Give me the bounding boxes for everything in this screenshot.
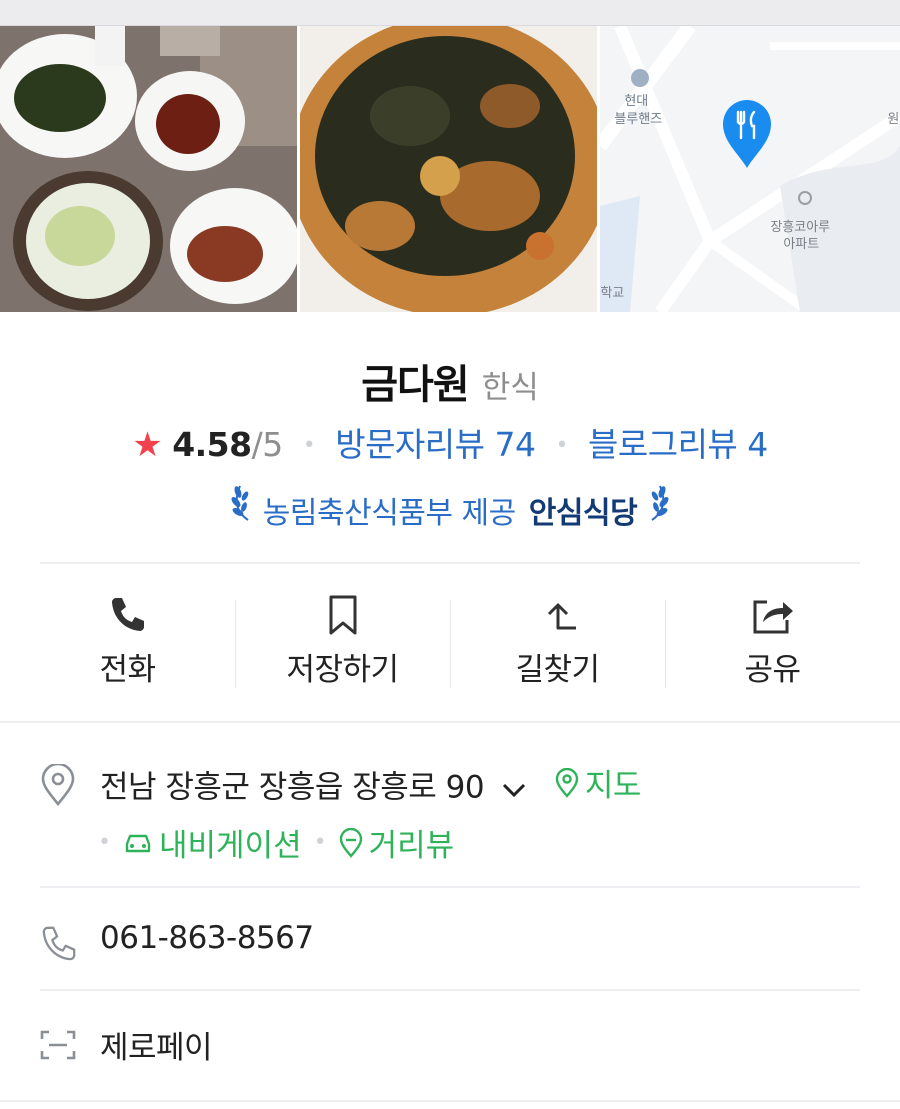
scan-frame-icon	[40, 1030, 76, 1064]
action-bar: 전화 저장하기 길찾기 공유	[20, 580, 880, 700]
streetview-link-label: 거리뷰	[368, 828, 455, 864]
visitor-reviews-link[interactable]: 방문자리뷰 74	[335, 425, 536, 464]
phone-outline-icon	[40, 924, 78, 966]
map-link[interactable]: 지도	[555, 760, 641, 805]
laurel-left-icon	[228, 482, 254, 529]
bookmark-icon	[235, 580, 450, 636]
map-link-label: 지도	[584, 768, 642, 804]
side-dishes-image	[0, 26, 297, 312]
phone-row[interactable]: 061-863-8567	[40, 920, 860, 964]
separator-dot: •	[555, 433, 569, 458]
section-divider	[40, 562, 860, 564]
payment-method: 제로페이	[100, 1030, 213, 1066]
section-divider	[40, 989, 860, 991]
map-thumbnail[interactable]: 현대 블루핸즈 장흥코아루 아파트 학교 원	[600, 26, 900, 312]
navigation-link[interactable]: 내비게이션	[123, 820, 302, 865]
place-name: 금다원	[361, 362, 469, 408]
address-line: 전남 장흥군 장흥읍 장흥로 90 지도	[100, 760, 641, 807]
share-label: 공유	[744, 652, 801, 688]
address-text: 전남 장흥군 장흥읍 장흥로 90	[100, 769, 485, 806]
laurel-right-icon	[646, 482, 672, 529]
section-divider	[0, 721, 900, 723]
certification-provider: 농림축산식품부 제공	[262, 496, 516, 531]
fried-rice-image	[299, 26, 598, 312]
save-label: 저장하기	[286, 652, 399, 688]
separator-dot: •	[98, 830, 111, 855]
address-row: 전남 장흥군 장흥읍 장흥로 90 지도 • 내비게이션 • 거리뷰	[40, 760, 860, 870]
separator-dot: •	[313, 830, 327, 855]
photo-strip[interactable]: 현대 블루핸즈 장흥코아루 아파트 학교 원	[0, 26, 900, 312]
photo-side-dishes[interactable]	[0, 26, 297, 312]
photo-fried-rice[interactable]	[299, 26, 598, 312]
payment-row: 제로페이	[40, 1022, 860, 1066]
rating-max: /5	[251, 425, 284, 464]
directions-button[interactable]: 길찾기	[450, 580, 665, 700]
map-pin-icon	[555, 767, 579, 798]
chevron-down-icon[interactable]	[501, 771, 527, 807]
call-button[interactable]: 전화	[20, 580, 235, 700]
share-icon	[665, 580, 880, 636]
map-label-edge: 원	[887, 112, 900, 127]
browser-top-bar	[0, 0, 900, 26]
call-label: 전화	[99, 652, 156, 688]
section-divider	[0, 1100, 900, 1102]
place-category: 한식	[481, 370, 539, 406]
car-icon	[125, 834, 151, 852]
streetview-link[interactable]: 거리뷰	[339, 820, 455, 865]
streetview-icon	[339, 827, 362, 858]
phone-number[interactable]: 061-863-8567	[100, 920, 314, 956]
certification-badge-label: 안심식당	[528, 496, 638, 531]
place-title-row: 금다원 한식	[0, 352, 900, 410]
phone-icon	[20, 580, 235, 636]
star-icon: ★	[132, 425, 163, 465]
blog-reviews-link[interactable]: 블로그리뷰 4	[588, 425, 768, 464]
map-label-school: 학교	[600, 286, 625, 301]
stats-row: ★ 4.58/5 • 방문자리뷰 74 • 블로그리뷰 4	[0, 418, 900, 466]
share-button[interactable]: 공유	[665, 580, 880, 700]
address-sub-links: • 내비게이션 • 거리뷰	[98, 820, 454, 865]
directions-label: 길찾기	[515, 652, 600, 688]
map-label-bluehands: 블루핸즈	[614, 112, 663, 127]
rating-value: 4.58	[172, 425, 252, 464]
navigation-link-label: 내비게이션	[158, 828, 302, 864]
directions-icon	[450, 580, 665, 636]
save-button[interactable]: 저장하기	[235, 580, 450, 700]
safe-restaurant-badge[interactable]: 농림축산식품부 제공 안심식당	[0, 482, 900, 532]
map-label-hyundai: 현대	[624, 94, 649, 109]
map-label-apt: 아파트	[783, 237, 820, 252]
location-pin-icon	[40, 762, 76, 810]
section-divider	[40, 886, 860, 888]
map-pin-icon	[723, 100, 772, 168]
separator-dot: •	[302, 433, 316, 458]
